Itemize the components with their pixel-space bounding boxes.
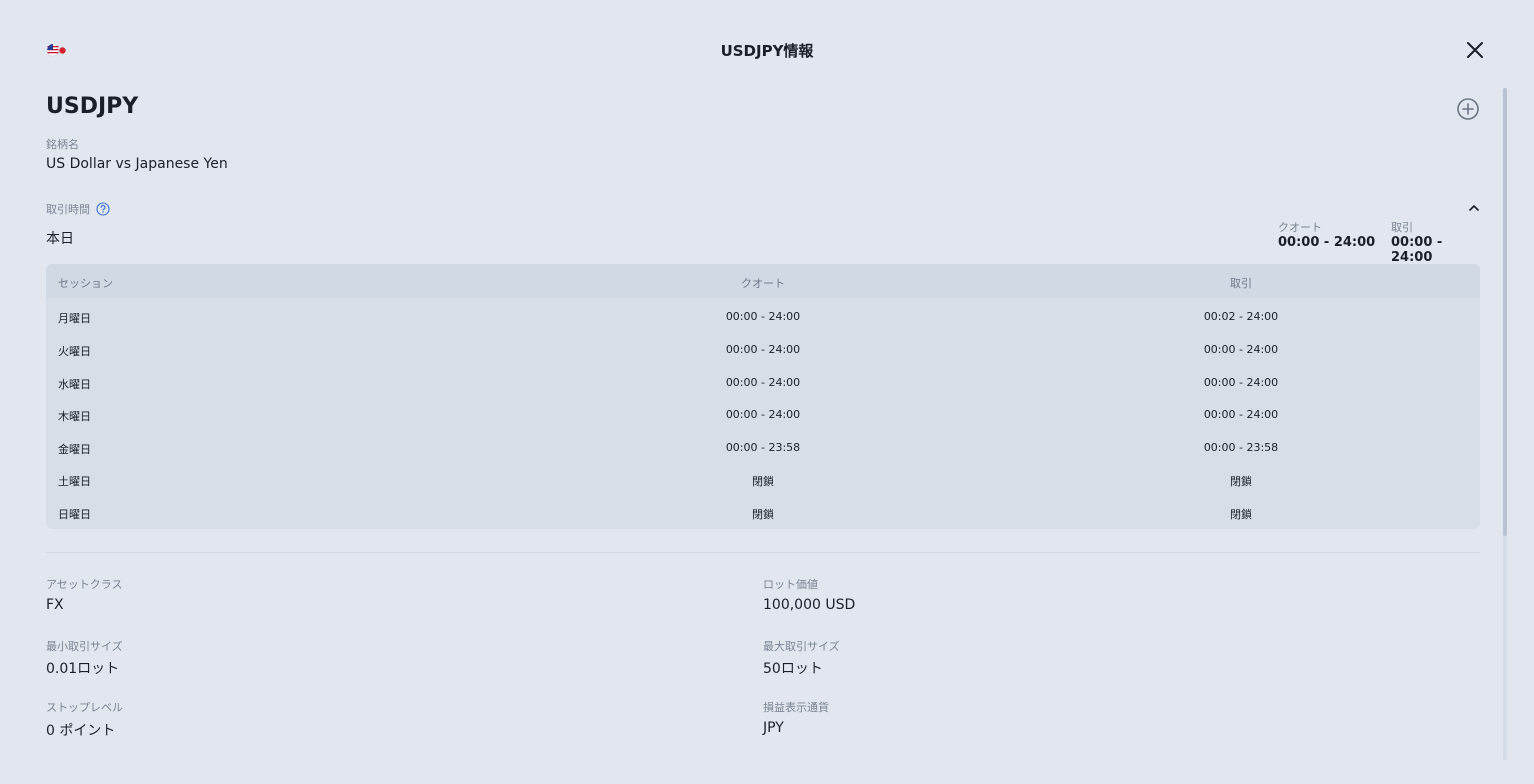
day-cell: 月曜日 xyxy=(58,312,91,325)
day-cell: 土曜日 xyxy=(58,475,91,488)
pnl-currency-label: 損益表示通貨 xyxy=(763,701,829,714)
header-session: セッション xyxy=(58,277,113,290)
max-trade-size-label: 最大取引サイズ xyxy=(763,640,840,653)
pnl-currency-value: JPY xyxy=(763,720,784,736)
quote-cell: 00:00 - 24:00 xyxy=(725,310,801,323)
header-trade: 取引 xyxy=(1230,277,1252,290)
today-trade-value: 00:00 - 24:00 xyxy=(1391,235,1443,265)
question-circle-icon[interactable] xyxy=(96,202,110,216)
trade-cell: 00:00 - 24:00 xyxy=(1203,408,1279,421)
day-cell: 木曜日 xyxy=(58,410,91,423)
stop-level-label: ストップレベル xyxy=(46,701,123,714)
stop-level-value: 0 ポイント xyxy=(46,723,116,739)
quote-cell: 00:00 - 24:00 xyxy=(725,408,801,421)
min-trade-size-value: 0.01ロット xyxy=(46,661,120,677)
asset-class-value: FX xyxy=(46,597,64,613)
today-trade-label: 取引 xyxy=(1391,221,1413,234)
trade-cell: 00:00 - 24:00 xyxy=(1203,343,1279,356)
trade-cell: 00:00 - 23:58 xyxy=(1203,441,1279,454)
chevron-up-icon[interactable] xyxy=(1467,201,1481,215)
close-icon[interactable] xyxy=(1464,39,1486,61)
today-quote-label: クオート xyxy=(1278,221,1322,234)
lot-value-label: ロット価値 xyxy=(763,578,818,591)
name-value: US Dollar vs Japanese Yen xyxy=(46,156,228,172)
trading-hours-header: 取引時間 xyxy=(46,201,110,217)
name-label: 銘柄名 xyxy=(46,138,79,151)
table-row: 月曜日 00:00 - 24:00 00:02 - 24:00 xyxy=(46,300,1480,332)
scrollbar-thumb[interactable] xyxy=(1503,88,1507,536)
table-row: 日曜日 閉鎖 閉鎖 xyxy=(46,496,1480,528)
min-trade-size-label: 最小取引サイズ xyxy=(46,640,123,653)
sessions-table-header: セッション クオート 取引 xyxy=(46,264,1480,298)
section-divider xyxy=(46,552,1480,553)
max-trade-size-value: 50ロット xyxy=(763,661,823,677)
modal-title: USDJPY情報 xyxy=(720,42,814,60)
trade-cell: 00:02 - 24:00 xyxy=(1203,310,1279,323)
day-cell: 水曜日 xyxy=(58,378,91,391)
symbol-heading: USDJPY xyxy=(46,94,139,119)
plus-circle-icon[interactable] xyxy=(1456,97,1480,121)
symbol-info-modal: USDJPY情報 USDJPY 銘柄名 US Dollar vs Japanes… xyxy=(0,0,1534,784)
today-quote-value: 00:00 - 24:00 xyxy=(1278,235,1376,250)
table-row: 木曜日 00:00 - 24:00 00:00 - 24:00 xyxy=(46,398,1480,430)
quote-cell: 閉鎖 xyxy=(752,475,774,488)
sessions-table: セッション クオート 取引 月曜日 00:00 - 24:00 00:02 - … xyxy=(46,264,1480,529)
trading-hours-label: 取引時間 xyxy=(46,203,90,216)
header-quote: クオート xyxy=(741,277,785,290)
day-cell: 火曜日 xyxy=(58,345,91,358)
table-row: 金曜日 00:00 - 23:58 00:00 - 23:58 xyxy=(46,431,1480,463)
quote-cell: 00:00 - 23:58 xyxy=(725,441,801,454)
quote-cell: 閉鎖 xyxy=(752,508,774,521)
table-row: 水曜日 00:00 - 24:00 00:00 - 24:00 xyxy=(46,366,1480,398)
trade-cell: 閉鎖 xyxy=(1230,475,1252,488)
quote-cell: 00:00 - 24:00 xyxy=(725,343,801,356)
trade-cell: 閉鎖 xyxy=(1230,508,1252,521)
day-cell: 日曜日 xyxy=(58,508,91,521)
table-row: 土曜日 閉鎖 閉鎖 xyxy=(46,463,1480,495)
asset-class-label: アセットクラス xyxy=(46,578,123,591)
trade-cell: 00:00 - 24:00 xyxy=(1203,376,1279,389)
today-label: 本日 xyxy=(46,231,74,247)
day-cell: 金曜日 xyxy=(58,443,91,456)
quote-cell: 00:00 - 24:00 xyxy=(725,376,801,389)
table-row: 火曜日 00:00 - 24:00 00:00 - 24:00 xyxy=(46,333,1480,365)
lot-value-value: 100,000 USD xyxy=(763,597,856,613)
